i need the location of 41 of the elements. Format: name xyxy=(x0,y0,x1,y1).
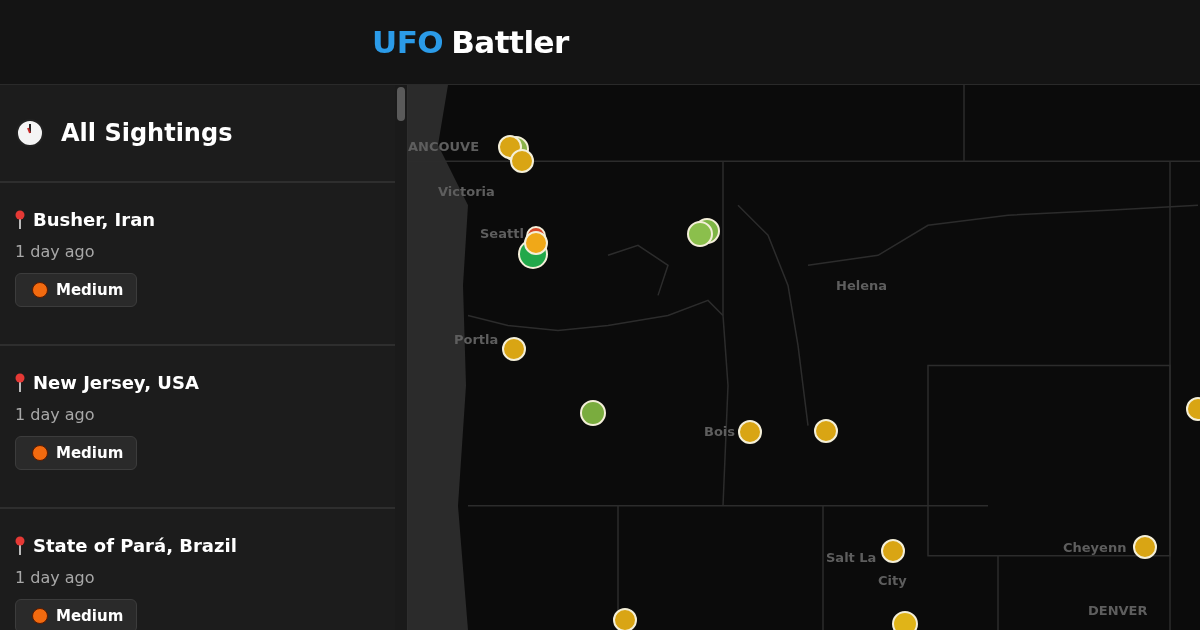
sighting-marker[interactable] xyxy=(510,149,534,173)
map-place-label: Portla xyxy=(454,332,499,347)
sighting-card[interactable]: Busher, Iran 1 day ago Medium xyxy=(0,183,395,346)
severity-badge: Medium xyxy=(15,436,138,470)
sighting-location: State of Pará, Brazil xyxy=(33,535,237,556)
sighting-marker[interactable] xyxy=(580,400,606,426)
sighting-card[interactable]: New Jersey, USA 1 day ago Medium xyxy=(0,346,395,509)
pin-icon xyxy=(15,535,25,556)
sighting-marker[interactable] xyxy=(613,608,637,630)
clock-icon xyxy=(15,118,45,148)
sighting-marker[interactable] xyxy=(687,221,713,247)
pin-icon xyxy=(15,209,25,230)
sighting-marker[interactable] xyxy=(738,420,762,444)
sighting-time: 1 day ago xyxy=(15,568,96,587)
map-place-label: Bois xyxy=(704,424,736,439)
sighting-marker[interactable] xyxy=(814,419,838,443)
map-place-label: Seattl xyxy=(480,226,524,241)
map-place-label: City xyxy=(878,573,907,588)
sighting-time: 1 day ago xyxy=(15,242,96,261)
scrollbar[interactable] xyxy=(395,85,408,630)
map-place-label: Helena xyxy=(836,278,887,293)
sighting-marker[interactable] xyxy=(502,337,526,361)
pin-icon xyxy=(15,372,25,393)
sighting-time: 1 day ago xyxy=(15,405,96,424)
map-place-label: Salt La xyxy=(826,550,877,565)
sighting-marker[interactable] xyxy=(498,135,522,159)
map-place-label: Cheyenn xyxy=(1063,540,1127,555)
sidebar-heading: All Sightings xyxy=(61,119,233,147)
map-place-label: ANCOUVE xyxy=(408,139,480,154)
app-title: UFO Battler xyxy=(372,24,569,60)
map-place-label: Victoria xyxy=(438,184,495,199)
sighting-marker[interactable] xyxy=(881,539,905,563)
sighting-marker[interactable] xyxy=(892,611,918,630)
sighting-location: Busher, Iran xyxy=(33,209,156,230)
sighting-card[interactable]: State of Pará, Brazil 1 day ago Medium xyxy=(0,509,395,630)
sighting-location: New Jersey, USA xyxy=(33,372,199,393)
sighting-marker[interactable] xyxy=(524,231,548,255)
map-place-label: DENVER xyxy=(1088,603,1148,618)
severity-badge: Medium xyxy=(15,273,138,307)
sighting-marker[interactable] xyxy=(1133,535,1157,559)
severity-badge: Medium xyxy=(15,599,138,630)
